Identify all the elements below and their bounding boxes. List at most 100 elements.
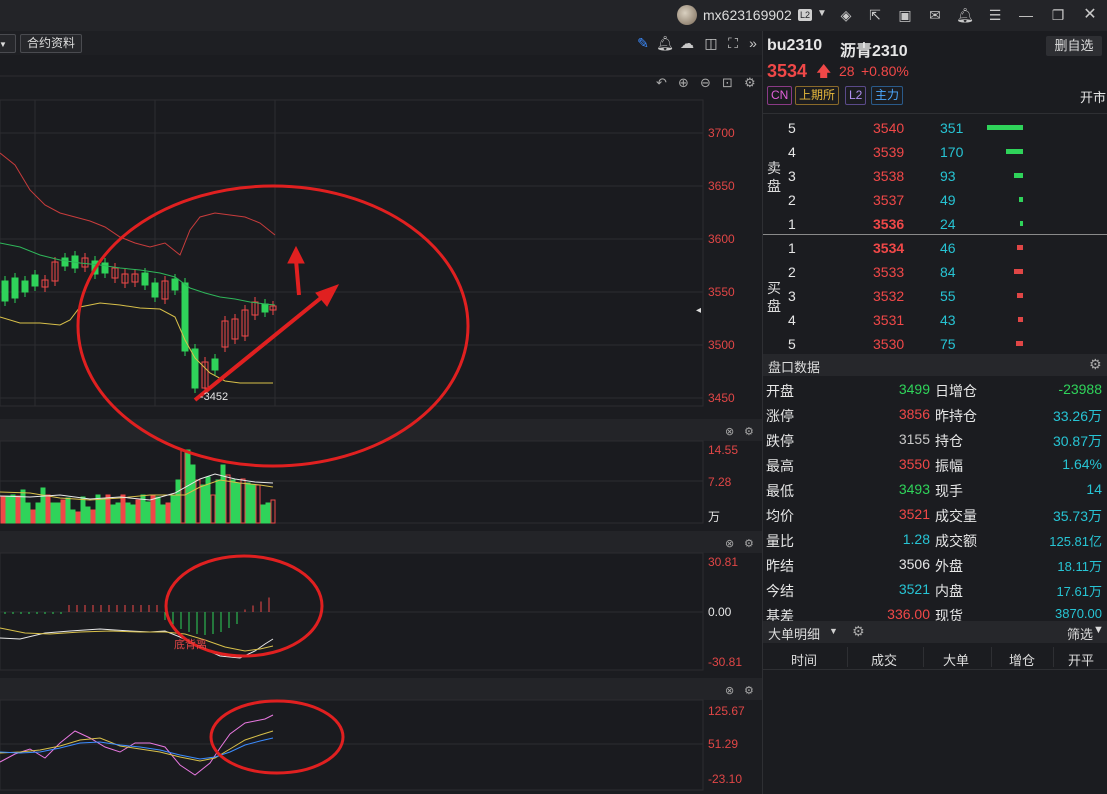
filter-button[interactable]: 筛选	[1067, 624, 1093, 643]
period-dropdown[interactable]: ▼	[0, 34, 16, 53]
volume-bar	[55, 502, 61, 524]
bid-row[interactable]: 1 3534 46	[763, 236, 1107, 260]
stat-value: 35.73万	[1052, 508, 1102, 524]
ask-row[interactable]: 1 3536 24	[763, 212, 1107, 236]
tag-main: 主力	[871, 86, 904, 105]
stat-value: 1.28	[902, 531, 930, 547]
settings-icon[interactable]: ⚙	[1089, 356, 1102, 373]
filter-icon[interactable]: ▼	[1093, 624, 1104, 636]
bigorder-title[interactable]: 大单明细	[768, 624, 820, 643]
svg-text:⚙: ⚙	[744, 426, 754, 438]
order-volume: 170	[940, 144, 964, 160]
draw-icon[interactable]: ✎	[634, 34, 652, 52]
volume-bar	[165, 502, 171, 524]
volume-bar	[215, 479, 221, 524]
panel-title: 盘口数据	[768, 360, 821, 375]
stat-row: 量比 1.28 成交额 125.81亿	[763, 526, 1107, 551]
restore-icon[interactable]: ❐	[1049, 6, 1067, 24]
share-icon[interactable]: ⇱	[866, 6, 884, 24]
chart-toolbar: ▼ 合约资料 ✎ 🔔︎ ☁ ◫ ⛶ »	[0, 31, 762, 56]
ask-row[interactable]: 4 3539 170	[763, 140, 1107, 164]
stat-value: 33.26万	[1052, 408, 1102, 424]
menu-icon[interactable]: ☰	[986, 6, 1004, 24]
stat-value: 1.64%	[1062, 456, 1102, 472]
last-price: 3534	[767, 61, 808, 81]
ask-row[interactable]: 2 3537 49	[763, 188, 1107, 212]
order-volume: 49	[940, 192, 956, 208]
col-oi-change[interactable]: 增仓	[1009, 650, 1035, 669]
volume-bar	[45, 494, 51, 524]
stat-row: 开盘 3499 日增仓 -23988	[763, 376, 1107, 401]
order-price: 3539	[873, 144, 905, 160]
contract-name: 沥青2310	[840, 43, 908, 60]
bid-row[interactable]: 2 3533 84	[763, 260, 1107, 284]
volume-bar	[235, 482, 241, 524]
price-axis-3500: 3500	[708, 338, 735, 352]
col-bigorder[interactable]: 大单	[943, 650, 969, 669]
macd-axis-max: 30.81	[708, 555, 739, 569]
volume-bar	[190, 464, 196, 524]
col-open-close[interactable]: 开平	[1068, 650, 1094, 669]
candle-body	[101, 262, 109, 274]
bid-row[interactable]: 3 3532 55	[763, 284, 1107, 308]
bid-row[interactable]: 5 3530 75	[763, 332, 1107, 356]
settings-icon[interactable]: ⚙	[852, 623, 865, 640]
candle-body	[211, 358, 219, 371]
stat-label: 均价	[766, 508, 794, 524]
volume-bar	[130, 504, 136, 524]
depth-bar	[1017, 245, 1023, 250]
chevron-down-icon: ▼	[0, 40, 7, 49]
ask-row[interactable]: 3 3538 93	[763, 164, 1107, 188]
minimize-icon[interactable]: —	[1017, 6, 1035, 24]
quote-panel: bu2310 沥青2310 删自选 3534 🡅 28 +0.80% CN 上期…	[762, 31, 1107, 794]
chart-svg[interactable]: ⊗ ⚙ ⊗ ⚙ ⊗ ⚙ ◂	[0, 55, 762, 794]
price-axis-3650: 3650	[708, 179, 735, 193]
stat-label: 内盘	[935, 583, 963, 599]
username[interactable]: mx623169902	[703, 7, 792, 23]
stat-label: 最低	[766, 483, 794, 499]
video-icon[interactable]: ▣	[896, 6, 914, 24]
level-number: 2	[788, 264, 796, 280]
bid-row[interactable]: 4 3531 43	[763, 308, 1107, 332]
contract-info-button[interactable]: 合约资料	[20, 34, 83, 53]
stat-label: 涨停	[766, 408, 794, 424]
candle-body	[171, 278, 179, 291]
candle-body	[261, 303, 269, 313]
stat-value: 3521	[898, 581, 930, 597]
chevron-down-icon[interactable]: ▼	[817, 8, 827, 19]
order-volume: 75	[940, 336, 956, 352]
stat-value: 3856	[898, 406, 930, 422]
volume-bar	[0, 495, 6, 524]
order-volume: 93	[940, 168, 956, 184]
col-time[interactable]: 时间	[791, 650, 817, 669]
svg-text:⊗: ⊗	[725, 685, 734, 697]
layers-icon[interactable]: ◈	[837, 6, 855, 24]
col-deal[interactable]: 成交	[871, 650, 897, 669]
volume-bar	[260, 504, 266, 524]
stat-label: 今结	[766, 583, 794, 599]
ask-row[interactable]: 5 3540 351	[763, 116, 1107, 140]
order-volume: 43	[940, 312, 956, 328]
stat-label: 持仓	[935, 433, 963, 449]
mail-icon[interactable]: ✉	[926, 6, 944, 24]
collapse-icon[interactable]: »	[744, 34, 762, 52]
delete-watchlist-button[interactable]: 删自选	[1046, 36, 1102, 56]
volume-bar	[170, 494, 176, 524]
fullscreen-icon[interactable]: ⛶	[724, 34, 742, 52]
volume-bar	[135, 499, 141, 524]
depth-bar	[1019, 197, 1023, 202]
stat-row: 涨停 3856 昨持仓 33.26万	[763, 401, 1107, 426]
alert-icon[interactable]: 🔔︎	[656, 34, 674, 52]
arrow-up-icon: 🡅	[816, 63, 832, 80]
chevron-down-icon[interactable]: ▼	[829, 626, 838, 636]
stat-label: 成交额	[935, 533, 977, 549]
avatar[interactable]	[677, 5, 697, 25]
order-volume: 46	[940, 240, 956, 256]
camera-icon[interactable]: ◫	[702, 34, 720, 52]
cloud-icon[interactable]: ☁	[678, 34, 696, 52]
level-badge: L2	[798, 9, 813, 21]
stat-value: -23988	[1058, 381, 1102, 397]
close-icon[interactable]: ✕	[1081, 6, 1099, 24]
bell-icon[interactable]: 🔔︎	[956, 6, 974, 24]
stat-value: 125.81亿	[1049, 534, 1102, 549]
